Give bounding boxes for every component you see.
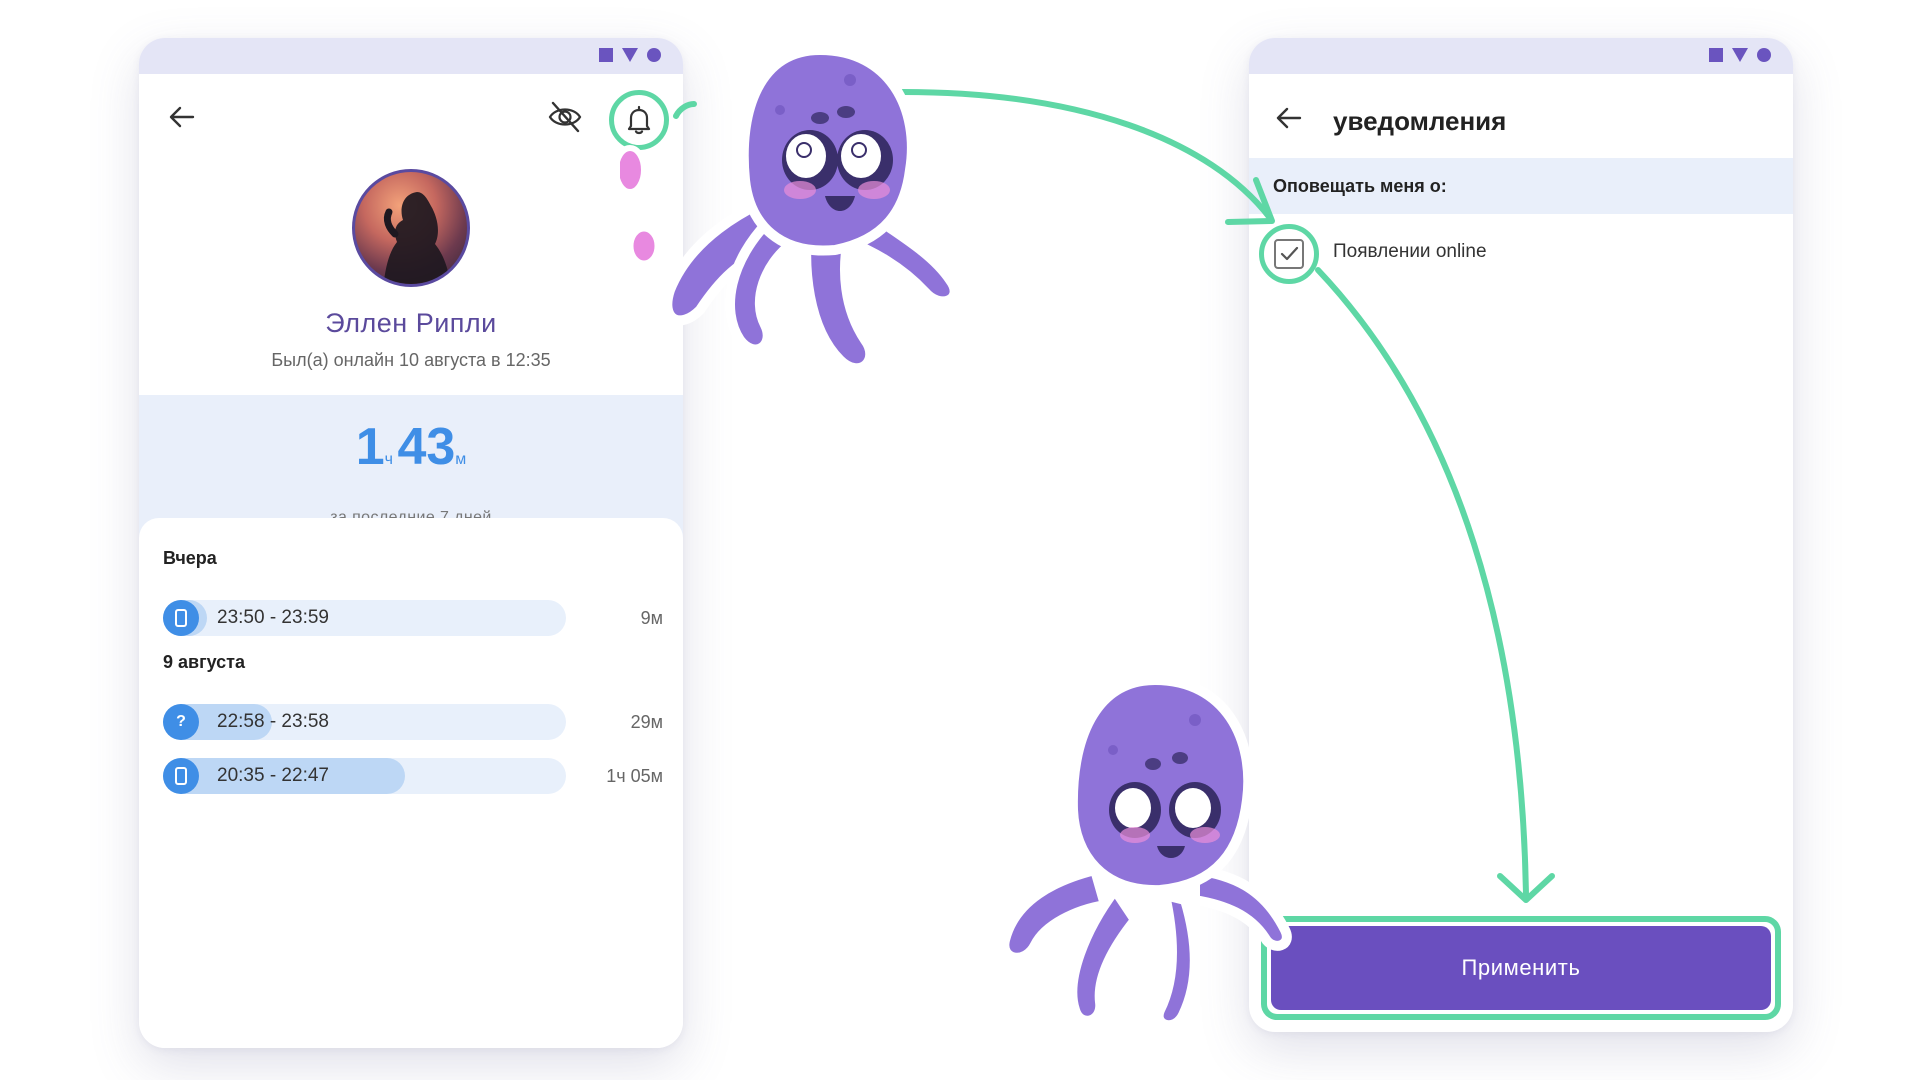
hide-status-button[interactable] [545,97,585,137]
octopus-mascot-icon [620,45,960,374]
eye-off-icon [548,101,582,133]
square-icon [1709,48,1723,62]
phone-icon [163,758,199,794]
online-history: Вчера 23:50 - 23:59 9м 9 августа ? 22:58… [139,518,683,1048]
page-title: уведомления [1333,106,1507,136]
stats-minutes-unit: м [455,451,467,468]
avatar [352,169,470,287]
back-button[interactable] [1271,100,1307,136]
session-row[interactable]: 20:35 - 22:47 1ч 05м [163,758,663,794]
last-seen-text: Был(а) онлайн 10 августа в 12:35 [271,350,551,370]
session-row[interactable]: 23:50 - 23:59 9м [163,600,663,636]
stats-hours-unit: ч [384,451,393,468]
session-duration: 1ч 05м [606,766,663,786]
unknown-device-icon: ? [163,704,199,740]
session-row[interactable]: ? 22:58 - 23:58 29м [163,704,663,740]
avatar-silhouette [383,192,451,284]
session-time: 23:50 - 23:59 [217,607,329,628]
back-button[interactable] [163,98,201,136]
phone-icon [163,600,199,636]
section-header: Оповещать меня о: [1249,158,1793,214]
checkbox-label[interactable]: Появлении online [1333,241,1487,263]
stats-hours: 1 [355,418,385,476]
day-label: 9 августа [163,652,245,672]
online-notification-checkbox[interactable] [1259,224,1319,284]
apply-button[interactable]: Применить [1271,926,1771,1010]
section-label: Оповещать меня о: [1273,176,1447,196]
status-bar [139,38,683,74]
session-duration: 29м [630,712,663,732]
profile-screen: Эллен Рипли Был(а) онлайн 10 августа в 1… [139,38,683,1048]
apply-highlight: Применить [1261,916,1781,1020]
triangle-icon [1732,48,1748,62]
arrow-left-icon [169,106,195,128]
square-icon [599,48,613,62]
arrow-left-icon [1276,107,1302,129]
status-bar [1249,38,1793,74]
day-label: Вчера [163,548,217,568]
octopus-mascot-icon [999,675,1292,1031]
session-time: 22:58 - 23:58 [217,711,329,732]
stats-minutes: 43 [397,418,456,476]
checkbox-checked-icon [1274,239,1304,269]
contact-name: Эллен Рипли [325,308,497,338]
weekly-online-total: 1ч 43м [139,417,683,477]
notifications-screen: уведомления Оповещать меня о: Появлении … [1249,38,1793,1032]
session-time: 20:35 - 22:47 [217,765,329,786]
session-duration: 9м [640,608,663,628]
circle-icon [1757,48,1771,62]
